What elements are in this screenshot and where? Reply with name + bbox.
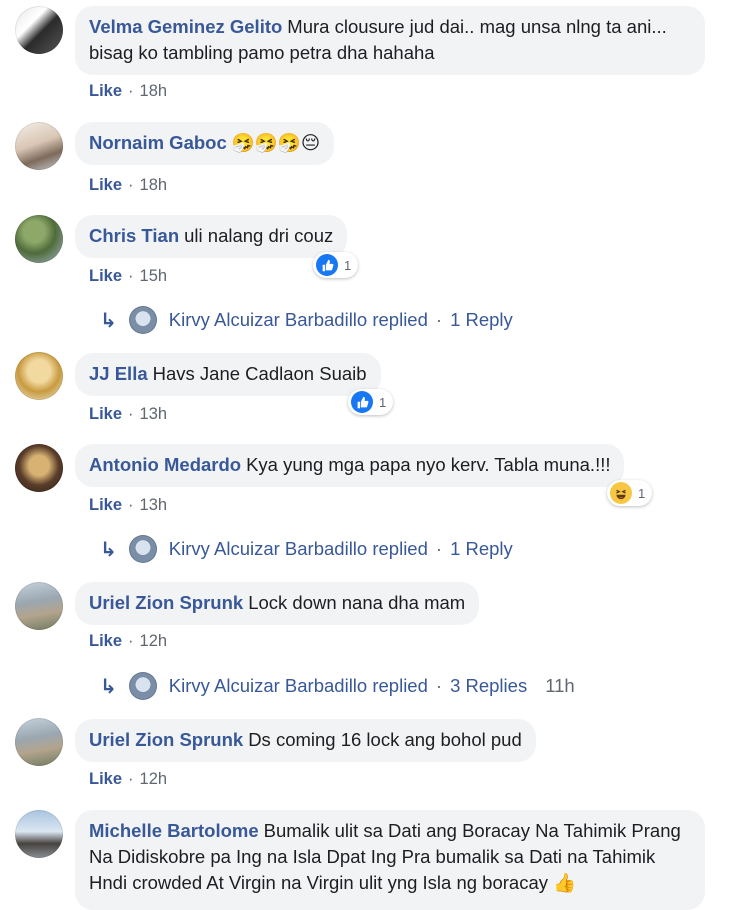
comment-time[interactable]: 13h bbox=[140, 496, 168, 514]
reaction-badge[interactable]: 1 bbox=[313, 252, 359, 278]
like-link[interactable]: Like bbox=[89, 770, 122, 788]
reply-author-text: Kirvy Alcuizar Barbadillo replied bbox=[168, 309, 428, 330]
comment-time[interactable]: 18h bbox=[140, 176, 168, 194]
reply-arrow-icon: ↳ bbox=[100, 538, 117, 561]
comment-author[interactable]: Uriel Zion Sprunk bbox=[89, 729, 243, 750]
reaction-badge[interactable]: 1 bbox=[348, 389, 394, 415]
reply-arrow-icon: ↳ bbox=[100, 309, 117, 332]
reply-avatar bbox=[128, 535, 157, 563]
comment-text: Lock down nana dha mam bbox=[248, 592, 466, 613]
comment-bubble: Velma Geminez Gelito Mura clousure jud da… bbox=[75, 6, 705, 75]
comment-bubble: Uriel Zion Sprunk Ds coming 16 lock ang b… bbox=[75, 719, 536, 762]
reply-count: 3 Replies bbox=[450, 675, 528, 696]
reply-arrow-icon: ↳ bbox=[100, 675, 117, 698]
like-link[interactable]: Like bbox=[89, 267, 122, 285]
comment-author[interactable]: Uriel Zion Sprunk bbox=[89, 592, 243, 613]
like-link[interactable]: Like bbox=[89, 82, 122, 100]
view-replies-link[interactable]: ↳ Kirvy Alcuizar Barbadillo replied · 1 Re… bbox=[100, 306, 513, 334]
comment-time[interactable]: 12h bbox=[140, 770, 168, 788]
comment-author[interactable]: Velma Geminez Gelito bbox=[89, 16, 282, 37]
comment-author[interactable]: Chris Tian bbox=[89, 225, 179, 246]
avatar[interactable] bbox=[15, 352, 63, 400]
separator: · bbox=[435, 675, 443, 696]
comment-time[interactable]: 12h bbox=[140, 632, 168, 650]
comment-actions: Like · 15h bbox=[89, 267, 168, 285]
reply-time: 11h bbox=[545, 675, 575, 696]
like-link[interactable]: Like bbox=[89, 405, 122, 423]
comment-author[interactable]: Antonio Medardo bbox=[89, 454, 241, 475]
reply-author-text: Kirvy Alcuizar Barbadillo replied bbox=[168, 538, 428, 559]
avatar[interactable] bbox=[15, 6, 63, 54]
comment-text: 🤧🤧🤧😔 bbox=[231, 132, 321, 153]
comment-author[interactable]: Michelle Bartolome bbox=[89, 820, 259, 841]
comment-actions: Like · 18h bbox=[89, 82, 168, 100]
reply-count: 1 Reply bbox=[450, 309, 513, 330]
view-replies-link[interactable]: ↳ Kirvy Alcuizar Barbadillo replied · 3 Re… bbox=[100, 672, 575, 700]
like-link[interactable]: Like bbox=[89, 176, 122, 194]
view-replies-link[interactable]: ↳ Kirvy Alcuizar Barbadillo replied · 1 Re… bbox=[100, 535, 513, 563]
avatar[interactable] bbox=[15, 582, 63, 630]
avatar[interactable] bbox=[15, 215, 63, 263]
laughing-face-icon bbox=[610, 482, 632, 504]
separator: · bbox=[435, 309, 443, 330]
reply-count: 1 Reply bbox=[450, 538, 513, 559]
comment-bubble: Michelle Bartolome Bumalik ulit sa Dati a… bbox=[75, 810, 705, 910]
reaction-count: 1 bbox=[638, 485, 646, 501]
comment-bubble: Uriel Zion Sprunk Lock down nana dha mam bbox=[75, 582, 480, 625]
reaction-badge[interactable]: 1 bbox=[607, 480, 653, 506]
comment-time[interactable]: 18h bbox=[140, 82, 168, 100]
reaction-count: 1 bbox=[344, 257, 352, 273]
thumbs-up-icon bbox=[316, 254, 338, 276]
reply-author-text: Kirvy Alcuizar Barbadillo replied bbox=[168, 675, 428, 696]
avatar[interactable] bbox=[15, 122, 63, 170]
like-link[interactable]: Like bbox=[89, 496, 122, 514]
comment-author[interactable]: JJ Ella bbox=[89, 363, 148, 384]
like-link[interactable]: Like bbox=[89, 632, 122, 650]
comment-actions: Like · 18h bbox=[89, 176, 168, 194]
reply-avatar bbox=[128, 306, 157, 334]
comment-actions: Like · 13h bbox=[89, 405, 168, 423]
thumbs-up-icon bbox=[351, 391, 373, 413]
comment-text: Havs Jane Cadlaon Suaib bbox=[152, 363, 367, 384]
avatar[interactable] bbox=[15, 718, 63, 766]
comment-bubble: Antonio Medardo Kya yung mga papa nyo ker… bbox=[75, 444, 625, 487]
comment-actions: Like · 12h bbox=[89, 770, 168, 788]
comment-text: Ds coming 16 lock ang bohol pud bbox=[248, 729, 522, 750]
comment-actions: Like · 12h bbox=[89, 632, 168, 650]
comment-bubble: Nornaim Gaboc 🤧🤧🤧😔 bbox=[75, 122, 335, 165]
separator: · bbox=[435, 538, 443, 559]
comment-time[interactable]: 15h bbox=[140, 267, 168, 285]
comment-text: Kya yung mga papa nyo kerv. Tabla muna.!… bbox=[246, 454, 611, 475]
reaction-count: 1 bbox=[379, 394, 387, 410]
comment-actions: Like · 13h bbox=[89, 496, 168, 514]
comment-time[interactable]: 13h bbox=[140, 405, 168, 423]
comment-author[interactable]: Nornaim Gaboc bbox=[89, 132, 227, 153]
comment-text: uli nalang dri couz bbox=[184, 225, 334, 246]
reply-avatar bbox=[128, 672, 157, 700]
avatar[interactable] bbox=[15, 444, 63, 492]
comment-bubble: JJ Ella Havs Jane Cadlaon Suaib bbox=[75, 353, 381, 396]
avatar[interactable] bbox=[15, 810, 63, 858]
comment-bubble: Chris Tian uli nalang dri couz bbox=[75, 215, 348, 258]
